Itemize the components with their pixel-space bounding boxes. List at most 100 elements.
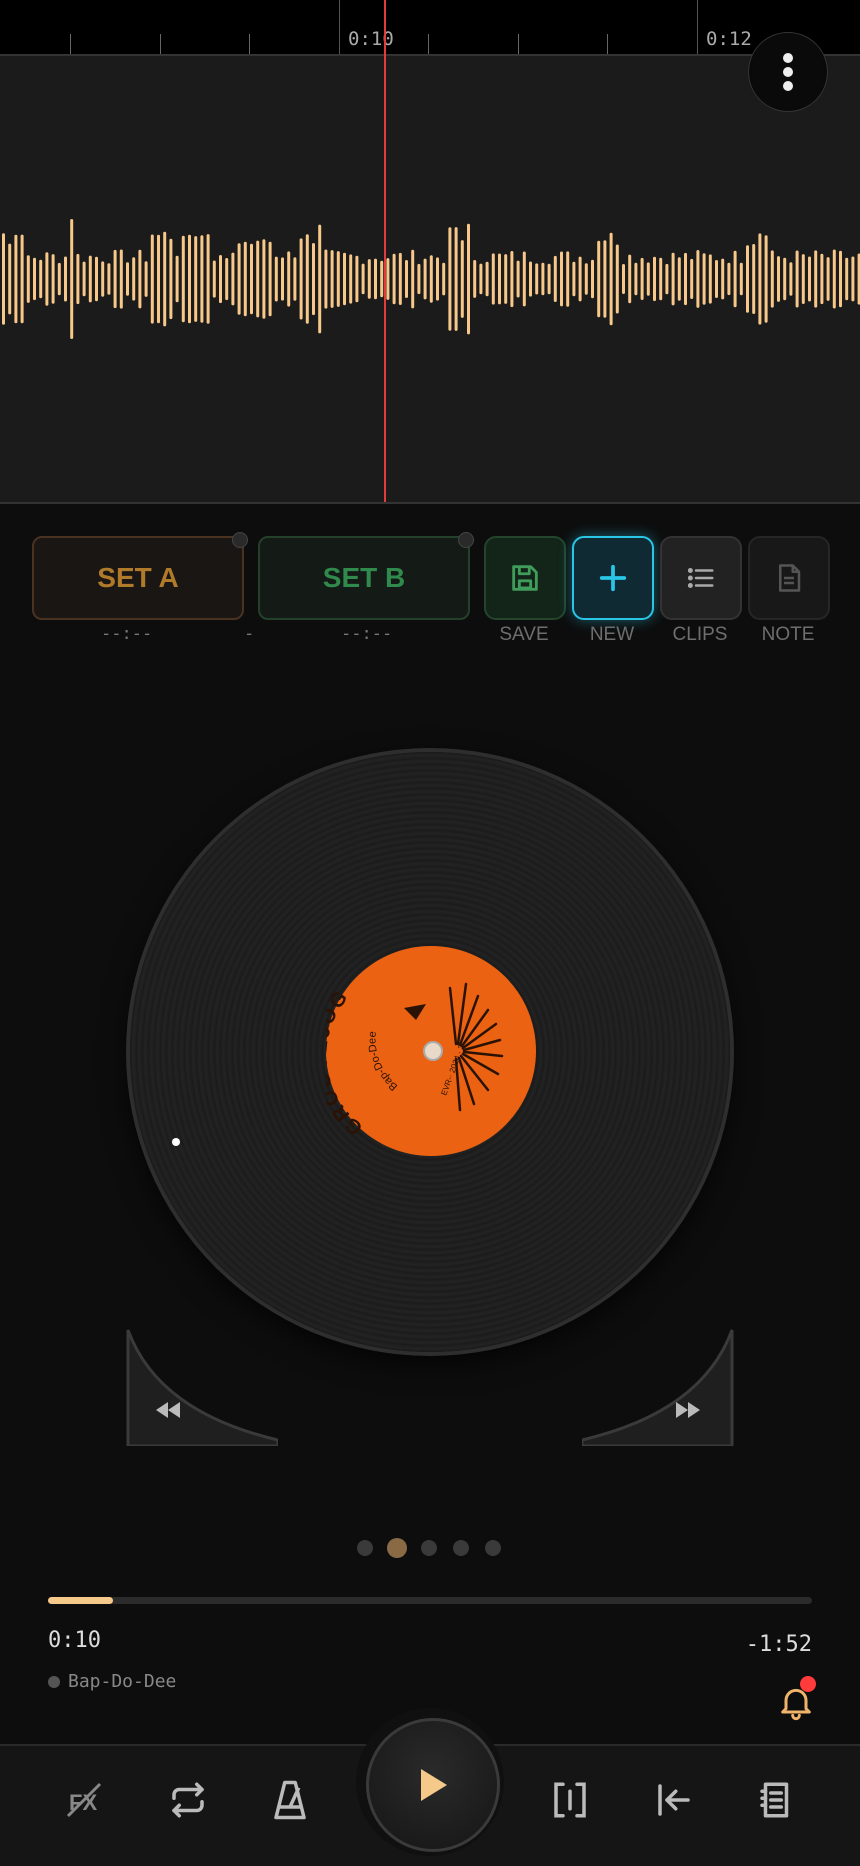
waveform-bar [70,219,74,339]
waveform-bar [733,250,737,308]
waveform-bar [82,261,86,297]
waveform-bar [522,251,526,307]
page-dot[interactable] [387,1538,407,1558]
waveform-bar [181,235,185,323]
waveform-bar [417,263,421,295]
log-button[interactable] [748,1772,804,1828]
page-dot[interactable] [357,1540,373,1556]
note-button[interactable] [748,536,830,620]
waveform-bar [448,227,452,331]
timeline-label: 0:12 [706,28,752,50]
waveform-bar [392,253,396,305]
waveform-bar [665,263,669,295]
waveform-bar [33,257,36,301]
waveform-bar [231,252,235,306]
track-status-dot [48,1676,60,1688]
svg-text:GROOVEJOG: GROOVEJOG [326,986,367,1140]
play-icon [421,1769,447,1801]
waveform-bar [14,234,18,324]
loop-a-time: --:-- [101,624,153,644]
waveform-bar [206,234,210,324]
waveform-bar [758,233,762,325]
waveform-bar [491,253,495,305]
return-to-start-button[interactable] [646,1772,702,1828]
timeline-tick-major [697,0,698,54]
waveform-bar [95,256,98,302]
waveform-bar [119,249,123,309]
waveform-bar [374,258,377,300]
waveform-bar [126,262,129,296]
set-a-button[interactable]: SET A [32,532,248,620]
waveform-bar [640,257,644,300]
waveform-bar [113,249,117,309]
waveform-bar [553,255,557,302]
waveform-bar [832,249,836,309]
waveform-bar [479,263,483,295]
waveform-bar [510,251,514,308]
brand-triangle-icon [404,1004,426,1020]
timeline-tick-major [339,0,340,54]
fast-forward-button[interactable] [582,1322,742,1446]
waveform-bar [305,234,309,324]
fx-button[interactable]: FX [56,1772,112,1828]
more-menu-button[interactable] [748,32,828,112]
plus-icon [599,564,627,592]
page-dot[interactable] [453,1540,469,1556]
loop-separator: - [244,624,255,644]
timeline-tick [70,34,71,54]
new-button[interactable] [572,536,654,620]
waveform-bar [504,254,508,304]
page-dot[interactable] [421,1540,437,1556]
save-button[interactable] [484,536,566,620]
waveform-bar [219,255,222,304]
waveform-bar [243,241,247,317]
waveform-bar [169,238,173,320]
waveform-bar [839,250,842,308]
marker-button[interactable] [542,1772,598,1828]
waveform-bar [312,243,315,316]
timeline-tick [249,34,250,54]
waveform-bar [188,234,191,324]
waveform-bar [194,236,198,322]
waveform-bar [26,255,30,303]
skip-to-start-icon [658,1784,690,1816]
waveform-bar [200,235,204,323]
spindle [423,1041,443,1061]
waveform-bar [442,262,446,296]
repeat-button[interactable] [160,1772,216,1828]
waveform-bar [8,243,12,315]
page-dot[interactable] [485,1540,501,1556]
save-icon [512,565,538,591]
waveform-bar [467,223,470,335]
progress-bar[interactable] [48,1597,812,1604]
waveform-bar [708,254,712,304]
set-b-button[interactable]: SET B [258,532,474,620]
waveform-bar [45,252,49,306]
timeline-ruler[interactable]: 0:10 0:12 [0,0,860,56]
waveform-view[interactable] [0,56,860,504]
waveform-bar [473,260,477,298]
waveform-bar [101,261,105,297]
waveform-bar [150,234,154,324]
play-button[interactable] [366,1718,500,1852]
waveform-bar [498,253,501,305]
clips-button[interactable] [660,536,742,620]
waveform-bar [814,250,818,308]
track-name: Bap-Do-Dee [68,1671,177,1692]
progress-fill [48,1597,113,1604]
playhead[interactable] [384,0,386,502]
waveform-bar [454,227,458,331]
waveform-bar [386,258,390,300]
waveform-bar [603,240,607,318]
waveform-bar [287,251,291,307]
waveform-bar [64,256,67,302]
waveform-bar [380,260,384,298]
remaining-time: -1:52 [745,1632,812,1657]
fx-off-icon: FX [66,1782,102,1818]
metronome-button[interactable] [262,1772,318,1828]
waveform-bar [20,234,24,324]
waveform-bar [715,260,718,298]
timeline-label: 0:10 [348,28,394,50]
waveform-bar [628,254,632,304]
rewind-button[interactable] [118,1322,278,1446]
